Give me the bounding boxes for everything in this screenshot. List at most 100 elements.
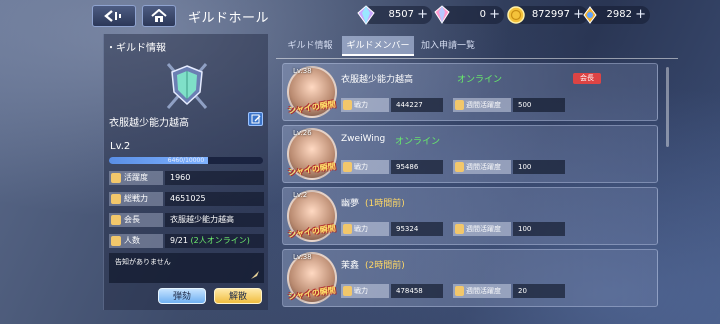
stat-value: 衣服越少能力越高 <box>165 213 264 227</box>
tab-guild-info[interactable]: ギルド情報 <box>280 36 340 56</box>
tab-guild-members[interactable]: ギルドメンバー <box>342 36 414 56</box>
member-status: オンライン <box>395 137 441 147</box>
member-name: ZweiWing <box>341 134 386 144</box>
member-status: (1時間前) <box>365 199 405 209</box>
member-power-value: 478458 <box>391 284 443 298</box>
guild-level: Lv.2 <box>110 141 131 152</box>
member-weekly-value: 100 <box>513 222 565 236</box>
quill-icon[interactable] <box>250 270 260 280</box>
member-card[interactable]: Lv.38 シャイの瞬間 衣服越少能力越高 オンライン 会長 戦力 444227… <box>282 63 658 121</box>
power-icon <box>343 100 352 110</box>
member-weekly: 週間活躍度 100 <box>453 160 573 174</box>
member-power: 戦力 444227 <box>341 98 443 112</box>
member-status: (2時間前) <box>365 261 405 271</box>
guild-name: 衣服越少能力越高 <box>109 118 189 129</box>
crystal-value: 8507 <box>388 9 414 20</box>
member-weekly: 週間活躍度 100 <box>453 222 573 236</box>
member-level: Lv.2 <box>293 191 308 199</box>
member-weekly: 週間活躍度 20 <box>453 284 573 298</box>
stat-label: 会長 <box>124 215 140 224</box>
activity-icon <box>455 100 464 110</box>
activity-icon <box>455 224 464 234</box>
resource-gold: 872997 + <box>507 6 588 24</box>
activity-icon <box>455 162 464 172</box>
member-name: 衣服越少能力越高 <box>341 75 414 85</box>
stat-total-power: 総戦力 4651025 <box>109 192 264 206</box>
page-title: ギルドホール <box>188 11 270 26</box>
stat-label: 活躍度 <box>124 173 148 182</box>
gem-icon <box>434 5 450 24</box>
member-weekly-label: 週間活躍度 <box>466 225 501 233</box>
home-button[interactable] <box>142 5 176 27</box>
crystal-add-button[interactable]: + <box>417 7 428 22</box>
crystal-icon <box>357 5 375 25</box>
members-icon <box>111 236 121 246</box>
edit-icon <box>251 114 260 124</box>
member-power: 戦力 95486 <box>341 160 443 174</box>
member-power-label: 戦力 <box>354 163 368 171</box>
power-icon <box>343 224 352 234</box>
gem-value: 0 <box>479 9 486 20</box>
leader-tag: 会長 <box>573 73 601 84</box>
stamina-add-button[interactable]: + <box>635 7 646 22</box>
member-weekly-label: 週間活躍度 <box>466 287 501 295</box>
member-card[interactable]: Lv.38 シャイの瞬間 茉鑫 (2時間前) 戦力 478458 週間活躍度 2… <box>282 249 658 307</box>
member-level: Lv.26 <box>293 129 312 137</box>
home-icon <box>151 9 167 22</box>
member-weekly: 週間活躍度 500 <box>453 98 573 112</box>
member-list-scrollbar[interactable] <box>666 67 669 147</box>
guild-info-title: ・ギルド情報 <box>106 43 166 54</box>
resource-stamina: 2982 + <box>583 6 650 24</box>
member-status: オンライン <box>457 75 503 85</box>
resource-gem: 0 + <box>434 5 504 24</box>
member-name: 幽夢 <box>341 199 360 209</box>
stat-leader: 会長 衣服越少能力越高 <box>109 213 264 227</box>
online-count: (2人オンライン) <box>190 236 250 245</box>
power-icon <box>111 194 121 204</box>
guild-notice[interactable]: 告知がありません <box>109 253 264 283</box>
back-arrow-icon <box>104 10 121 22</box>
guild-emblem-icon <box>166 63 208 109</box>
member-weekly-value: 100 <box>513 160 565 174</box>
top-bar: ギルドホール 8507 + 0 + 872997 + 2982 + <box>0 0 720 32</box>
member-power-value: 95486 <box>391 160 443 174</box>
disband-button[interactable]: 解散 <box>214 288 262 304</box>
member-name: 茉鑫 <box>341 261 360 271</box>
impeach-button[interactable]: 弾劾 <box>158 288 206 304</box>
guild-exp-text: 6460/10000 <box>167 157 205 164</box>
member-card[interactable]: Lv.26 シャイの瞬間 ZweiWing オンライン 戦力 95486 週間活… <box>282 125 658 183</box>
member-power-value: 444227 <box>391 98 443 112</box>
stat-value: 1960 <box>165 171 264 185</box>
member-power-value: 95324 <box>391 222 443 236</box>
member-list[interactable]: Lv.38 シャイの瞬間 衣服越少能力越高 オンライン 会長 戦力 444227… <box>276 58 678 324</box>
back-button[interactable] <box>92 5 136 27</box>
stamina-value: 2982 <box>606 9 632 20</box>
member-weekly-label: 週間活躍度 <box>466 101 501 109</box>
member-level: Lv.38 <box>293 253 312 261</box>
tab-join-requests[interactable]: 加入申請一覧 <box>416 36 480 56</box>
power-icon <box>343 162 352 172</box>
activity-icon <box>455 286 464 296</box>
member-power-label: 戦力 <box>354 101 368 109</box>
stat-value: 4651025 <box>165 192 264 206</box>
leader-icon <box>111 215 121 225</box>
stat-members: 人数 9/21 (2人オンライン) <box>109 234 264 248</box>
gold-coin-icon <box>507 6 525 24</box>
member-weekly-value: 500 <box>513 98 565 112</box>
edit-guild-name-button[interactable] <box>248 112 263 126</box>
gem-add-button[interactable]: + <box>489 7 500 22</box>
member-weekly-value: 20 <box>513 284 565 298</box>
member-power-label: 戦力 <box>354 225 368 233</box>
power-icon <box>343 286 352 296</box>
stat-activity: 活躍度 1960 <box>109 171 264 185</box>
guild-info-panel: ・ギルド情報 衣服越少能力越高 Lv.2 6460/10000 活躍度 1960… <box>103 34 268 310</box>
notice-text: 告知がありません <box>115 258 171 266</box>
member-level: Lv.38 <box>293 67 312 75</box>
gold-value: 872997 <box>531 9 570 20</box>
stat-label: 人数 <box>124 236 140 245</box>
activity-icon <box>111 173 121 183</box>
member-power: 戦力 95324 <box>341 222 443 236</box>
stamina-icon <box>583 6 597 24</box>
member-card[interactable]: Lv.2 シャイの瞬間 幽夢 (1時間前) 戦力 95324 週間活躍度 100 <box>282 187 658 245</box>
resource-crystal: 8507 + <box>357 5 432 25</box>
